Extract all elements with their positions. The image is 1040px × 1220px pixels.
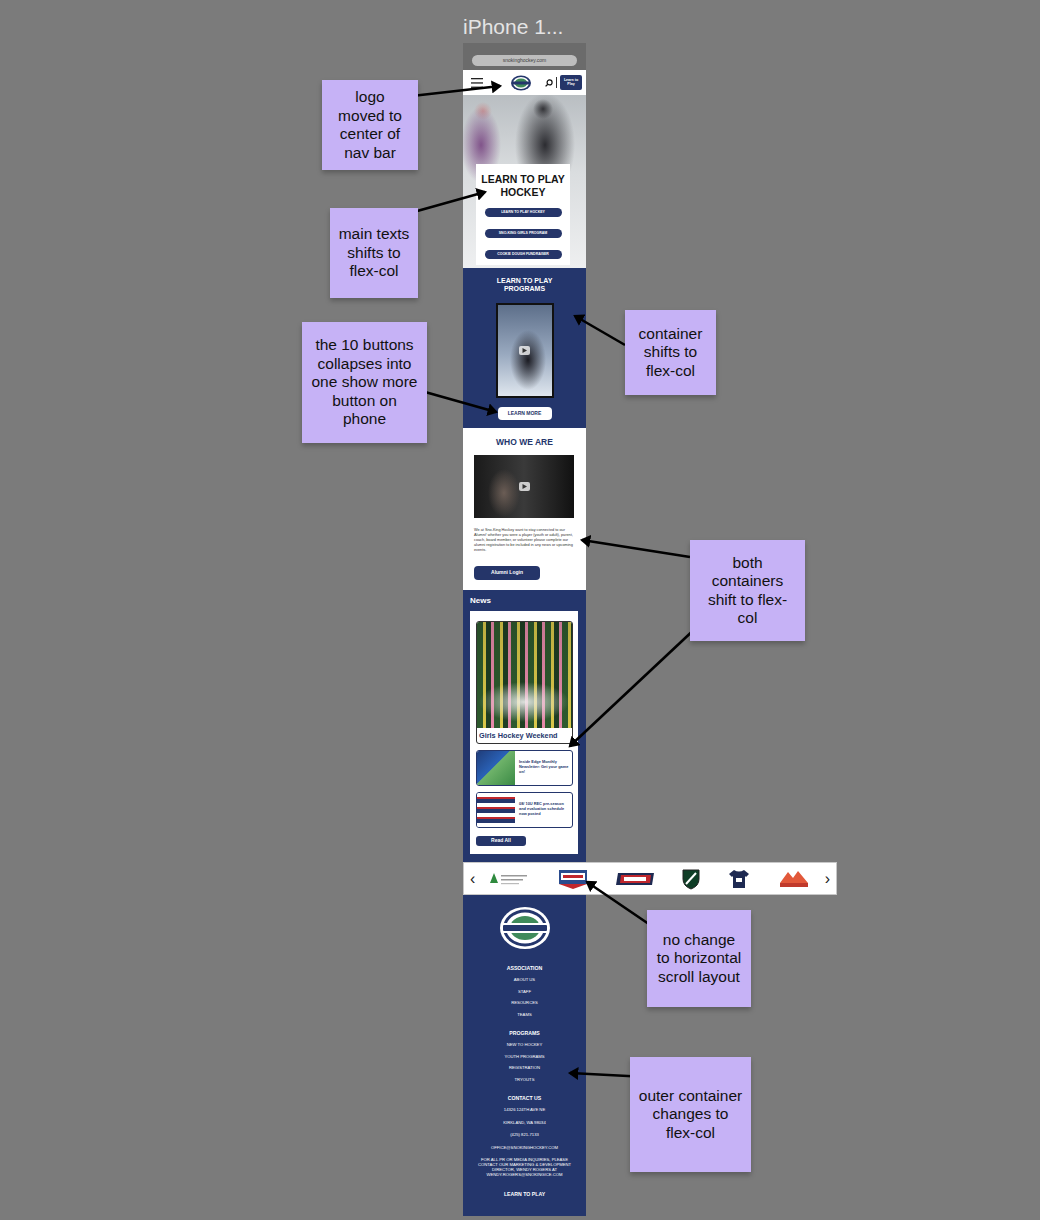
logo-icon (510, 75, 532, 91)
sponsor-logo[interactable] (557, 867, 589, 891)
sticky-note: outer container changes to flex-col (630, 1057, 751, 1172)
contact-line[interactable]: OFFICE@SNOKINGHOCKEY.COM (491, 1142, 558, 1155)
featured-photo (477, 622, 572, 728)
contact-line: (425) 821-7133 (510, 1129, 539, 1142)
hero-buttons: LEARN TO PLAY HOCKEY SNO-KING GIRLS PROGR… (479, 208, 567, 259)
news-item-title: Inside Edge Monthly Newsletter: Get your… (515, 751, 572, 785)
arrow-icon (575, 316, 625, 345)
footer-heading: PROGRAMS (509, 1028, 540, 1039)
sponsor-logo-icon (778, 869, 810, 889)
sticky-note: both containers shift to flex-col (690, 540, 805, 641)
design-canvas: iPhone 1... snokinghockey.com Learn to Pla… (0, 0, 1040, 1220)
sponsor-logo-icon (615, 872, 655, 886)
about-text: We at Sno-King Hockey want to stay conne… (474, 528, 575, 553)
read-all-button[interactable]: Read All (476, 836, 526, 846)
footer-group: PROGRAMSNEW TO HOCKEYYOUTH PROGRAMSREGIS… (504, 1028, 544, 1085)
arrow-icon (570, 626, 698, 746)
programs-video[interactable] (496, 303, 554, 398)
about-section: WHO WE ARE We at Sno-King Hockey want to … (463, 428, 586, 590)
featured-news[interactable]: Girls Hockey Weekend (476, 621, 573, 744)
hero-button[interactable]: LEARN TO PLAY HOCKEY (485, 208, 562, 217)
footer-link[interactable]: NEW TO HOCKEY (507, 1039, 542, 1051)
contact-line: KIRKLAND, WA 98034 (503, 1117, 545, 1130)
about-video[interactable] (474, 455, 574, 518)
news-item[interactable]: 08/ 10U REC pre-season and evaluation sc… (476, 792, 573, 828)
frame-title: iPhone 1... (463, 14, 563, 39)
footer-group: ASSOCIATIONABOUT USSTAFFRESOURCESTEAMS (507, 963, 543, 1020)
sponsor-strip: ‹› (463, 862, 837, 895)
arrow-icon (582, 540, 690, 557)
news-thumbnail (477, 793, 515, 827)
news-item[interactable]: Inside Edge Monthly Newsletter: Get your… (476, 750, 573, 786)
featured-title: Girls Hockey Weekend (477, 728, 572, 743)
news-card: Girls Hockey Weekend Inside Edge Monthly … (470, 611, 578, 854)
play-icon (522, 348, 527, 353)
sponsor-logo[interactable] (681, 867, 701, 891)
sponsor-logo-icon (557, 868, 589, 890)
nav-bar: Learn to Play (463, 70, 586, 95)
hamburger-icon (471, 78, 483, 88)
site-footer: ASSOCIATIONABOUT USSTAFFRESOURCESTEAMS PR… (463, 895, 586, 1216)
footer-heading: CONTACT US (508, 1093, 542, 1104)
sticky-note: no change to horizontal scroll layout (647, 910, 751, 1007)
hero-section: LEARN TO PLAY HOCKEYLEARN TO PLAY HOCKEY… (463, 95, 586, 268)
footer-link[interactable]: ABOUT US (514, 974, 535, 986)
sponsor-logo[interactable] (727, 867, 751, 891)
learn-more-button[interactable]: LEARN MORE (498, 407, 552, 420)
next-button[interactable]: › (823, 871, 832, 887)
sponsor-logos (477, 867, 822, 891)
menu-button[interactable] (471, 71, 483, 95)
footer-logo-icon (498, 905, 552, 951)
hero-text-box: LEARN TO PLAY HOCKEYLEARN TO PLAY HOCKEY… (476, 164, 570, 265)
url-field[interactable]: snokinghockey.com (472, 55, 577, 66)
about-title: WHO WE ARE (474, 437, 575, 447)
sponsor-logo[interactable] (490, 867, 530, 891)
programs-title: LEARN TO PLAY PROGRAMS (480, 277, 570, 293)
search-icon (545, 79, 553, 87)
phone-frame: snokinghockey.com Learn to Play LEARN TO P… (463, 43, 586, 1216)
prev-button[interactable]: ‹ (468, 871, 477, 887)
nav-actions: Learn to Play (545, 71, 582, 95)
contact-note: FOR ALL PR OR MEDIA INQUIRIES, PLEASE CO… (473, 1157, 577, 1177)
footer-learn-to-play[interactable]: LEARN TO PLAY (504, 1189, 545, 1199)
hero-button[interactable]: SNO-KING GIRLS PROGRAM (485, 229, 562, 238)
arrow-icon (418, 390, 496, 412)
footer-link[interactable]: RESOURCES (511, 997, 538, 1009)
alumni-login-button[interactable]: Alumni Login (474, 566, 540, 580)
sponsor-logo-icon (681, 868, 701, 890)
sticky-note: the 10 buttons collapses into one show m… (302, 322, 427, 443)
learn-to-play-button[interactable]: Learn to Play (560, 75, 582, 90)
footer-link[interactable]: YOUTH PROGRAMS (504, 1051, 544, 1063)
sticky-note: logo moved to center of nav bar (322, 80, 418, 170)
footer-link[interactable]: STAFF (518, 986, 531, 998)
sponsor-logo-icon (490, 871, 530, 887)
search-button[interactable] (545, 71, 553, 95)
sponsor-logo[interactable] (778, 867, 810, 891)
play-button[interactable] (519, 482, 530, 491)
contact-line: 14326 124TH AVE NE (504, 1104, 545, 1117)
play-icon (522, 484, 527, 489)
footer-link[interactable]: TEAMS (517, 1009, 531, 1021)
footer-link[interactable]: TRYOUTS (515, 1074, 535, 1086)
browser-bar: snokinghockey.com (463, 43, 586, 70)
news-title: News (470, 596, 578, 606)
footer-link[interactable]: REGISTRATION (509, 1062, 540, 1074)
footer-heading: ASSOCIATION (507, 963, 543, 974)
sponsor-logo-icon (727, 868, 751, 890)
hero-button[interactable]: COOKIE DOUGH FUNDRAISER (485, 250, 562, 259)
news-section: News Girls Hockey Weekend Inside Edge Mont… (463, 590, 586, 862)
contact-group: CONTACT US14326 124TH AVE NEKIRKLAND, WA… (473, 1093, 577, 1177)
sponsor-logo[interactable] (615, 867, 655, 891)
nav-divider (556, 77, 557, 88)
programs-section: LEARN TO PLAY PROGRAMS LEARN MORE (463, 268, 586, 428)
logo[interactable] (510, 71, 532, 95)
hero-title: LEARN TO PLAY HOCKEY (479, 173, 567, 198)
play-button[interactable] (519, 346, 530, 355)
news-thumbnail (477, 751, 515, 785)
news-item-title: 08/ 10U REC pre-season and evaluation sc… (515, 793, 572, 827)
sticky-note: main texts shifts to flex-col (330, 208, 418, 298)
sticky-note: container shifts to flex-col (625, 310, 716, 395)
